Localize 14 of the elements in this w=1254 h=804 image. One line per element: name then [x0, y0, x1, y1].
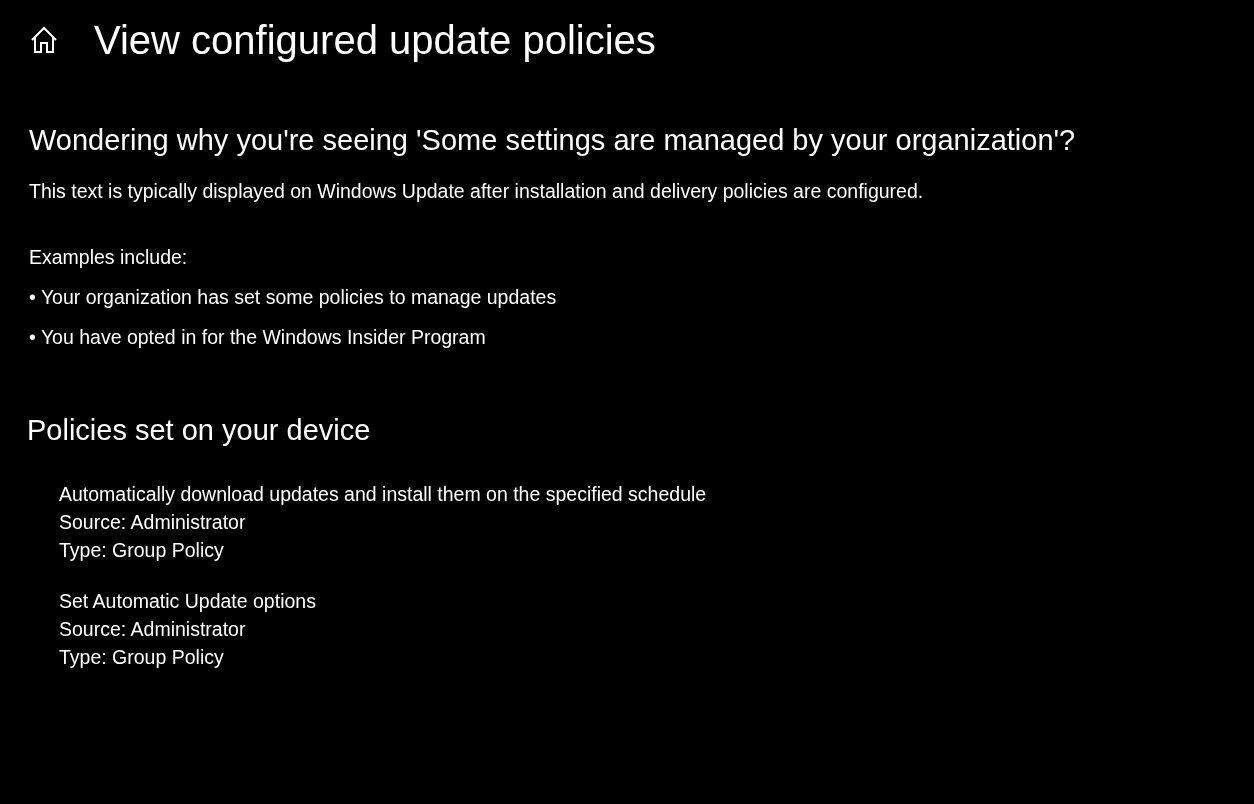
policy-source: Source: Administrator — [59, 617, 247, 642]
policy-name: Automatically download updates and install them on the specified schedule — [59, 482, 708, 507]
home-icon[interactable] — [29, 25, 59, 55]
policy-name: Set Automatic Update options — [59, 589, 317, 614]
policy-type: Type: Group Policy — [59, 538, 225, 563]
description-text: This text is typically displayed on Windows Update after installation and delivery policies are configured. — [29, 179, 925, 204]
example-item: • Your organization has set some policies to manage updates — [29, 285, 558, 310]
section-heading: Policies set on your device — [27, 413, 372, 448]
section-heading: Wondering why you're seeing 'Some settings are managed by your organization'? — [29, 123, 1077, 158]
policy-type: Type: Group Policy — [59, 645, 225, 670]
policy-source: Source: Administrator — [59, 510, 247, 535]
page-title: View configured update policies — [94, 17, 656, 64]
examples-label: Examples include: — [29, 245, 189, 270]
example-item: • You have opted in for the Windows Insider Program — [29, 325, 487, 350]
